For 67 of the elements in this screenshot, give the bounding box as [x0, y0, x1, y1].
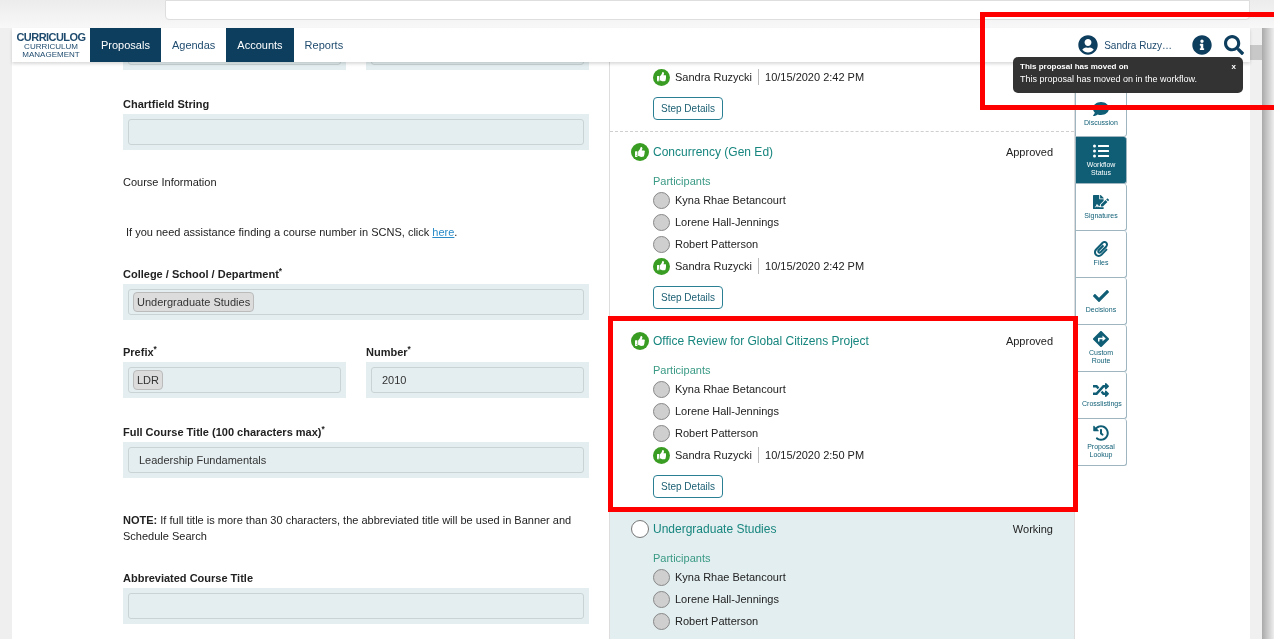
participants-label: Participants [653, 363, 712, 378]
diamond-arrow-icon [1093, 331, 1109, 347]
step-status: Approved [1005, 333, 1053, 349]
logo[interactable]: CURRICULOG [16, 31, 86, 43]
step-status: Working [1012, 521, 1053, 537]
approval-date: 10/15/2020 2:50 PM [758, 446, 865, 464]
participant-name: Lorene Hall-Jennings [675, 214, 779, 230]
participants-label: Participants [653, 174, 712, 189]
logo-tagline: CURRICULUM MANAGEMENT [21, 42, 81, 59]
section-heading: Course Information [123, 175, 218, 190]
step-title[interactable]: Office Review for Global Citizens Project [653, 332, 869, 350]
step-title[interactable]: Undergraduate Studies [653, 520, 777, 538]
participant-name: Sandra Ruzycki [675, 258, 753, 274]
participant-name: Robert Patterson [675, 613, 759, 629]
participant-name: Lorene Hall-Jennings [675, 591, 779, 607]
step-details-button[interactable]: Step Details [653, 97, 723, 120]
participant-name: Robert Patterson [675, 425, 759, 441]
field-label: College / School / Department$^{*}$ [123, 266, 284, 282]
participant-name: Kyna Rhae Betancourt [675, 192, 786, 208]
chat-bubble-icon [1093, 100, 1109, 117]
participant-name: Lorene Hall-Jennings [675, 403, 779, 419]
list-icon [1093, 143, 1109, 159]
participants-label: Participants [653, 551, 712, 566]
toast-title: This proposal has moved on [1020, 61, 1129, 73]
step-details-button[interactable]: Step Details [653, 286, 723, 309]
signature-icon [1093, 194, 1109, 210]
input-field[interactable]: 2010 [371, 367, 584, 393]
field-value: Leadership Fundamentals [138, 452, 267, 468]
info-icon[interactable] [1192, 35, 1212, 55]
participant-name: Kyna Rhae Betancourt [675, 381, 786, 397]
nav-tab[interactable]: Proposals [90, 28, 161, 62]
participant-name: Robert Patterson [675, 236, 759, 252]
field-label: Number$^{*}$ [366, 344, 412, 360]
step-title[interactable]: Concurrency (Gen Ed) [653, 143, 774, 161]
shuffle-icon [1093, 382, 1109, 398]
address-bar[interactable] [165, 0, 1250, 20]
participant-name: Sandra Ruzycki [675, 447, 753, 463]
selected-chip: LDR [133, 370, 163, 390]
field-label: Prefix$^{*}$ [123, 344, 158, 360]
approval-date: 10/15/2020 2:42 PM [758, 257, 865, 275]
participant-name: Kyna Rhae Betancourt [675, 569, 786, 585]
help-text: If you need assistance finding a course number in SCNS, click here. [125, 225, 459, 240]
selected-chip: Undergraduate Studies [133, 292, 255, 312]
participant-name: Sandra Ruzycki [675, 69, 753, 85]
step-details-button[interactable]: Step Details [653, 475, 723, 498]
input-field[interactable]: LDR [128, 367, 341, 393]
search-icon[interactable] [1224, 35, 1244, 55]
nav-tab[interactable]: Accounts [226, 28, 294, 62]
user-name[interactable]: Sandra Ruzy… [1104, 37, 1172, 53]
toast-message: This proposal has moved on in the workflow. [1020, 73, 1199, 86]
field-label: Chartfield String [123, 97, 211, 112]
nav-tab[interactable]: Reports [293, 28, 355, 62]
close-button[interactable]: x [1231, 61, 1236, 73]
paperclip-icon [1093, 241, 1109, 257]
step-status: Approved [1005, 144, 1053, 160]
field-label: Full Course Title (100 characters max)$^{*}$ [123, 424, 326, 440]
history-icon [1093, 425, 1109, 441]
approval-date: 10/15/2020 2:42 PM [758, 68, 865, 86]
field-label: Abbreviated Course Title [123, 571, 254, 586]
scroll-bar[interactable] [1250, 28, 1262, 639]
input-field[interactable]: Undergraduate Studies [128, 289, 584, 315]
user-avatar-icon[interactable] [1078, 35, 1099, 55]
input-field[interactable]: Leadership Fundamentals [128, 447, 584, 473]
field-value: 2010 [381, 372, 407, 388]
note-text: NOTE: If full title is more than 30 characters, the abbreviated title will be used in Banner and Schedule Search [123, 513, 573, 544]
nav-tab[interactable]: Agendas [160, 28, 227, 62]
checkmark-icon [1093, 288, 1109, 304]
